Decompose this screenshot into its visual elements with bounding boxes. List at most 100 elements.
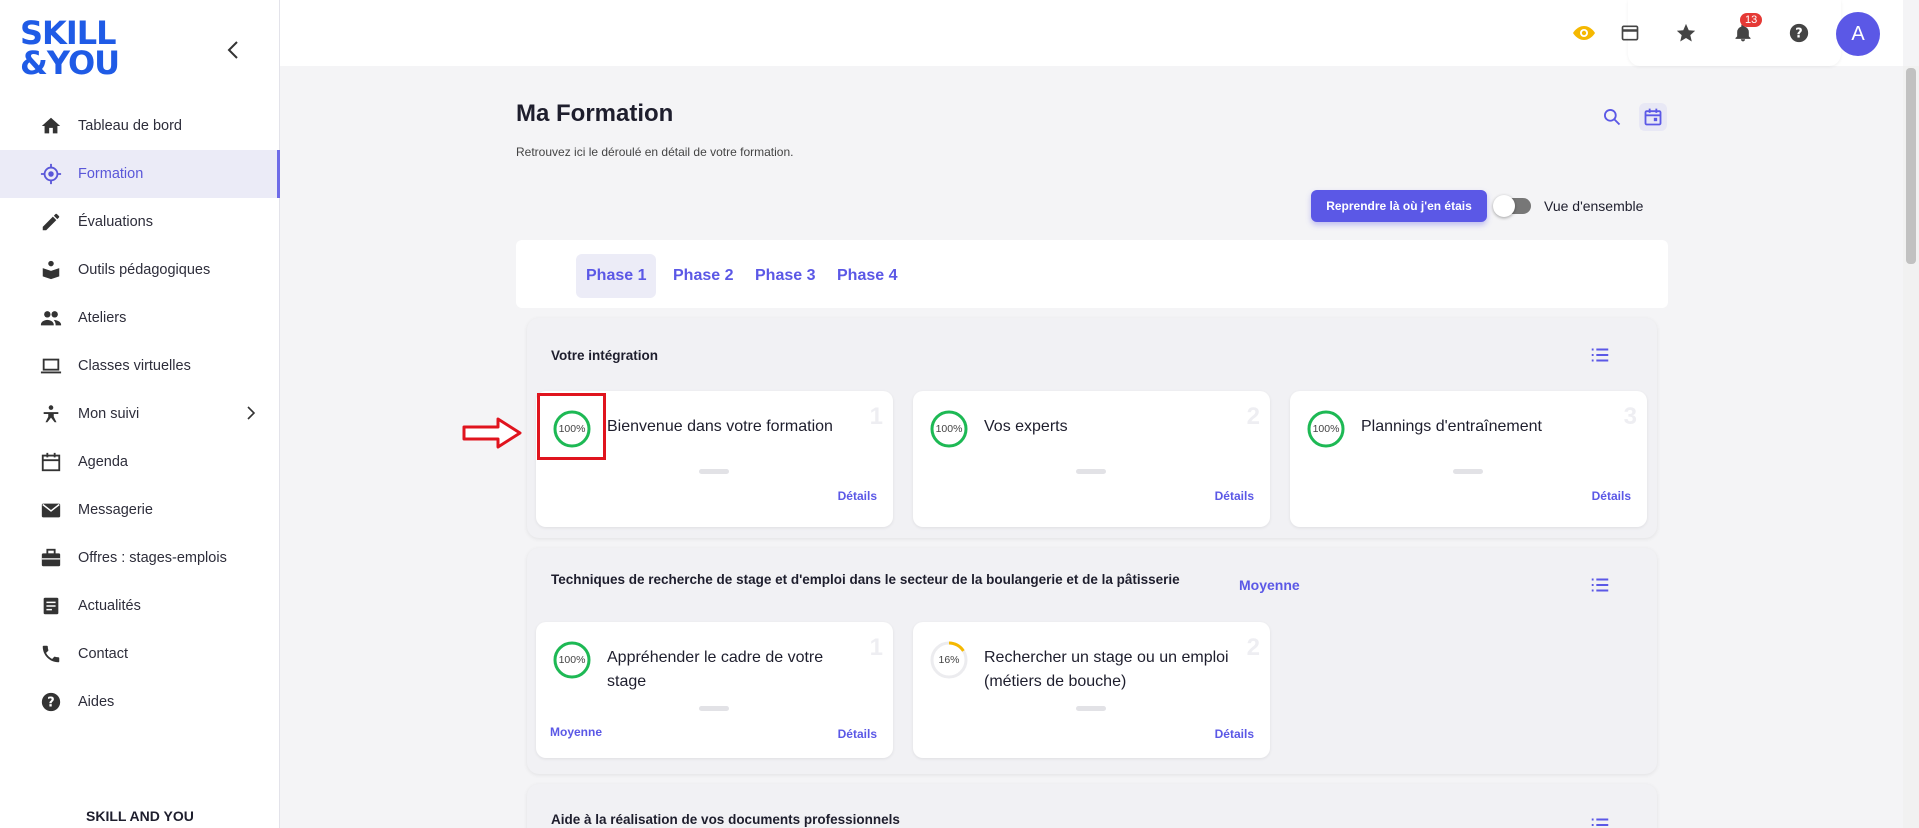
module-placeholder-bar xyxy=(1453,469,1483,474)
scrollbar[interactable] xyxy=(1903,66,1919,828)
progress-percent: 16% xyxy=(938,654,960,666)
module-title: Appréhender le cadre de votre stage xyxy=(607,649,824,690)
sidebar-item-label: Agenda xyxy=(78,454,128,470)
phase-tabs: Phase 1 Phase 2 Phase 3 Phase 4 xyxy=(516,240,1668,308)
group-icon xyxy=(40,307,62,329)
home-icon xyxy=(40,115,62,137)
sidebar: SKILL &YOU Tableau de bord Formation Éva… xyxy=(0,0,280,828)
notification-badge: 13 xyxy=(1740,13,1763,27)
details-link[interactable]: Détails xyxy=(1592,489,1631,503)
phone-icon xyxy=(40,643,62,665)
tab-phase-3[interactable]: Phase 3 xyxy=(745,254,825,298)
book-reader-icon xyxy=(40,259,62,281)
search-icon[interactable] xyxy=(1600,105,1624,129)
tab-phase-1[interactable]: Phase 1 xyxy=(576,254,657,298)
sidebar-item-classes-virtuelles[interactable]: Classes virtuelles xyxy=(0,342,280,390)
mail-icon xyxy=(40,499,62,521)
list-icon[interactable] xyxy=(1589,814,1611,828)
section-level: Moyenne xyxy=(1239,577,1300,593)
help-icon: ? xyxy=(40,691,62,713)
page-title: Ma Formation xyxy=(516,100,674,127)
tab-phase-2[interactable]: Phase 2 xyxy=(663,254,743,298)
scrollbar-thumb[interactable] xyxy=(1906,68,1916,264)
logo[interactable]: SKILL &YOU xyxy=(20,17,120,82)
annotation-arrow-icon xyxy=(462,417,522,449)
module-number: 3 xyxy=(1623,403,1637,430)
sidebar-item-aides[interactable]: ? Aides xyxy=(0,678,280,726)
sidebar-item-label: Évaluations xyxy=(78,214,153,230)
sidebar-item-ateliers[interactable]: Ateliers xyxy=(0,294,280,342)
module-title: Rechercher un stage ou un emploi (métier… xyxy=(984,649,1229,690)
module-number: 2 xyxy=(1246,403,1260,430)
person-icon xyxy=(40,403,62,425)
details-link[interactable]: Détails xyxy=(838,727,877,741)
module-number: 1 xyxy=(869,634,883,661)
sidebar-item-label: Formation xyxy=(78,166,144,182)
page-subtitle: Retrouvez ici le déroulé en détail de vo… xyxy=(516,145,794,159)
section-techniques-recherche: Techniques de recherche de stage et d'em… xyxy=(527,548,1657,774)
sidebar-item-messagerie[interactable]: Messagerie xyxy=(0,486,280,534)
sidebar-item-label: Offres : stages-emplois xyxy=(78,550,227,566)
section-title: Techniques de recherche de stage et d'em… xyxy=(551,572,1180,587)
svg-text:?: ? xyxy=(47,696,54,711)
pencil-icon xyxy=(40,211,62,233)
tab-phase-4[interactable]: Phase 4 xyxy=(827,254,907,298)
details-link[interactable]: Détails xyxy=(1215,489,1254,503)
calendar-icon[interactable] xyxy=(1639,103,1667,131)
sidebar-item-offres[interactable]: Offres : stages-emplois xyxy=(0,534,280,582)
list-icon[interactable] xyxy=(1589,344,1611,366)
module-card[interactable]: 100% Plannings d'entraînement 3 Détails xyxy=(1290,391,1647,527)
avatar[interactable]: A xyxy=(1836,12,1880,56)
resume-button[interactable]: Reprendre là où j'en étais xyxy=(1311,190,1487,222)
overview-toggle-label: Vue d'ensemble xyxy=(1544,198,1644,214)
details-link[interactable]: Détails xyxy=(838,489,877,503)
module-title: Bienvenue dans votre formation xyxy=(607,418,833,435)
sidebar-item-outils-pedagogiques[interactable]: Outils pédagogiques xyxy=(0,246,280,294)
module-placeholder-bar xyxy=(699,469,729,474)
chevron-left-icon[interactable] xyxy=(222,38,246,62)
list-icon[interactable] xyxy=(1589,574,1611,596)
sidebar-item-actualites[interactable]: Actualités xyxy=(0,582,280,630)
brand-footer: SKILL AND YOU xyxy=(86,808,194,824)
logo-line-2: &YOU xyxy=(20,44,120,82)
module-placeholder-bar xyxy=(1076,706,1106,711)
module-card[interactable]: 16% Rechercher un stage ou un emploi (mé… xyxy=(913,622,1270,758)
chevron-right-icon xyxy=(247,406,256,420)
briefcase-icon xyxy=(40,547,62,569)
section-documents-pro: Aide à la réalisation de vos documents p… xyxy=(527,784,1657,828)
target-icon xyxy=(40,163,62,185)
section-integration: Votre intégration 100% Bienvenue dans vo… xyxy=(527,318,1657,538)
sidebar-item-contact[interactable]: Contact xyxy=(0,630,280,678)
top-bar xyxy=(280,0,1903,66)
module-placeholder-bar xyxy=(699,706,729,711)
sidebar-item-mon-suivi[interactable]: Mon suivi xyxy=(0,390,280,438)
sidebar-item-label: Outils pédagogiques xyxy=(78,262,211,278)
sidebar-item-label: Messagerie xyxy=(78,502,153,518)
module-number: 1 xyxy=(869,403,883,430)
sidebar-item-label: Classes virtuelles xyxy=(78,358,191,374)
module-title: Plannings d'entraînement xyxy=(1361,418,1542,435)
progress-percent: 100% xyxy=(1312,423,1340,435)
sidebar-item-tableau-de-bord[interactable]: Tableau de bord xyxy=(0,102,280,150)
sidebar-item-formation[interactable]: Formation xyxy=(0,150,280,198)
star-icon[interactable] xyxy=(1673,20,1699,46)
help-icon[interactable]: ? xyxy=(1786,20,1812,46)
module-level: Moyenne xyxy=(550,725,603,739)
annotation-highlight-box xyxy=(537,393,606,460)
calendar-icon xyxy=(40,451,62,473)
module-card[interactable]: 100% Vos experts 2 Détails xyxy=(913,391,1270,527)
overview-toggle[interactable] xyxy=(1493,195,1531,217)
module-placeholder-bar xyxy=(1076,469,1106,474)
progress-percent: 100% xyxy=(935,423,963,435)
eye-icon[interactable] xyxy=(1571,20,1597,46)
sidebar-item-evaluations[interactable]: Évaluations xyxy=(0,198,280,246)
sidebar-item-agenda[interactable]: Agenda xyxy=(0,438,280,486)
module-card[interactable]: 100% Appréhender le cadre de votre stage… xyxy=(536,622,893,758)
sidebar-item-label: Ateliers xyxy=(78,310,127,326)
sidebar-item-label: Tableau de bord xyxy=(78,118,182,134)
details-link[interactable]: Détails xyxy=(1215,727,1254,741)
progress-percent: 100% xyxy=(558,654,586,666)
news-icon xyxy=(40,595,62,617)
window-icon[interactable] xyxy=(1617,20,1643,46)
section-title: Votre intégration xyxy=(551,348,659,363)
